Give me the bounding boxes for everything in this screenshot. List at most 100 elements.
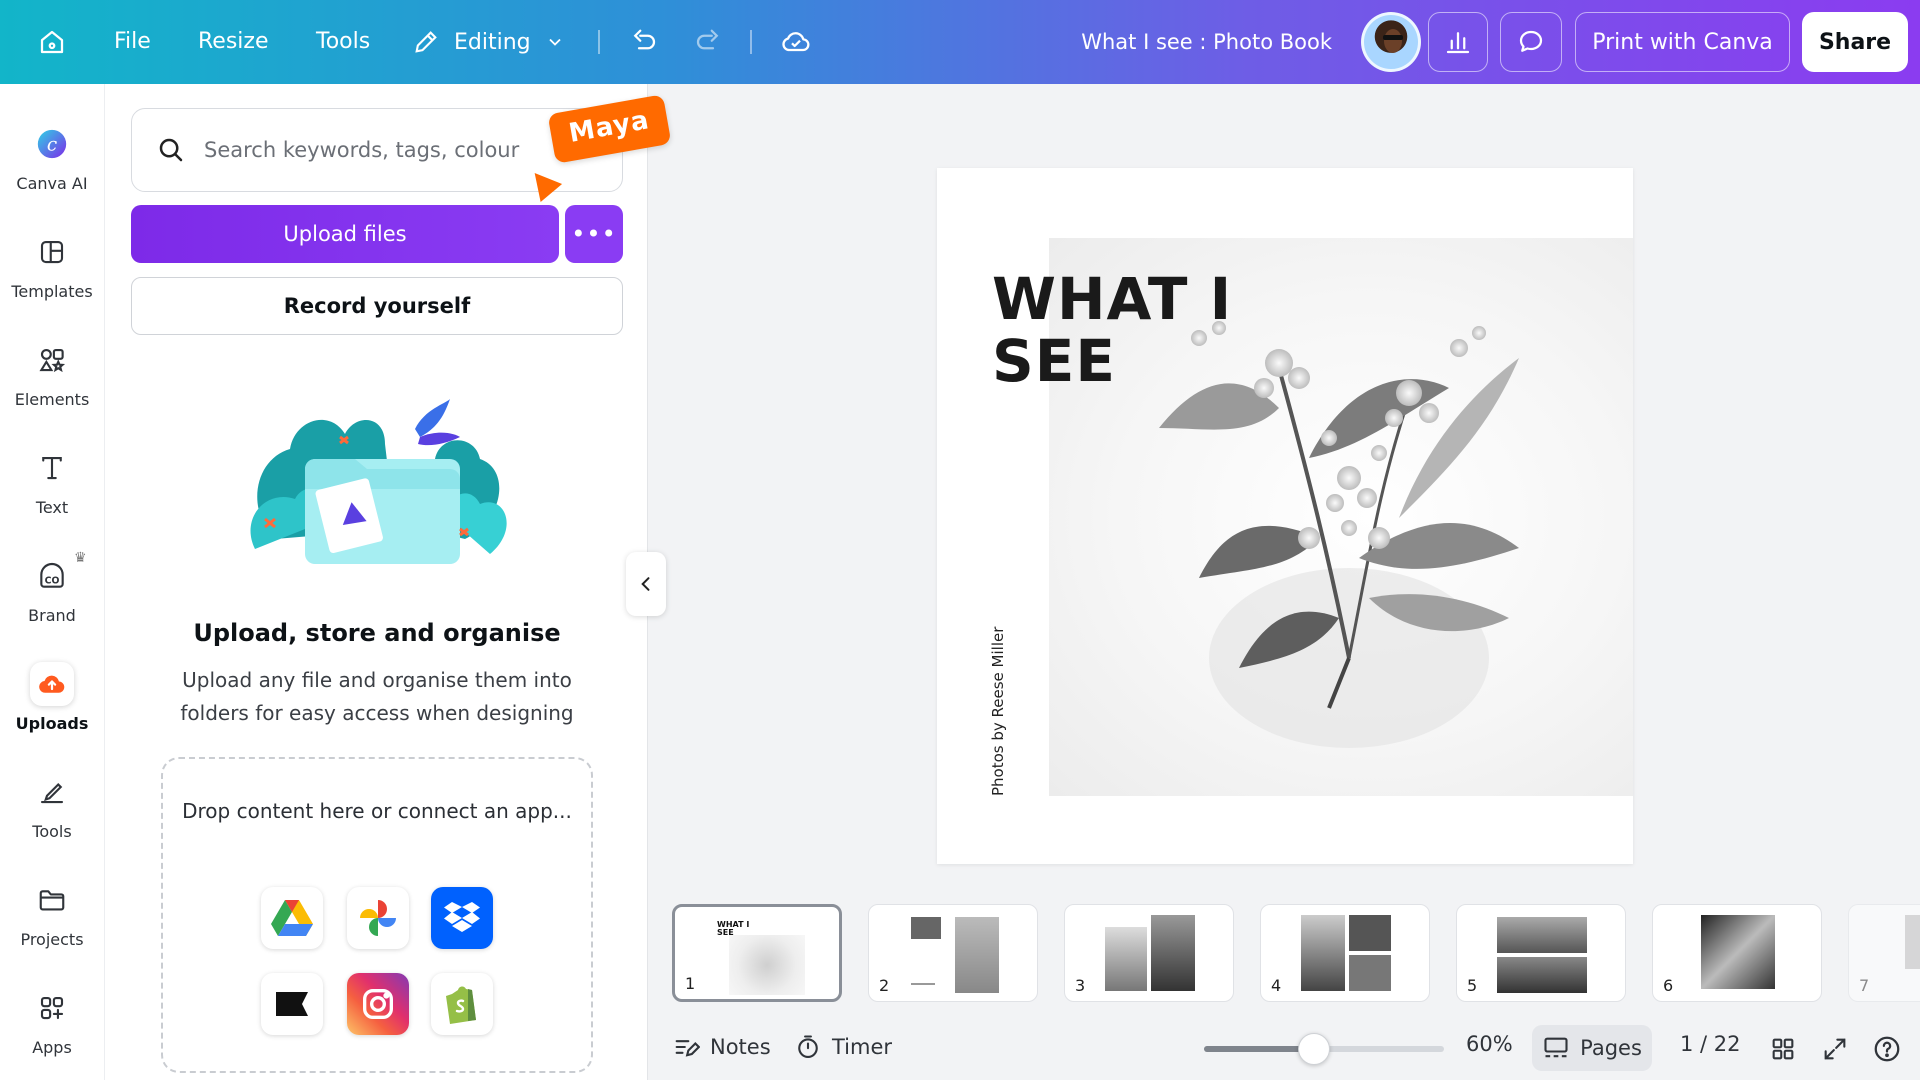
apps-icon (30, 986, 74, 1030)
rail-item-brand[interactable]: ♛ CO Brand (0, 544, 104, 640)
google-photos-icon (360, 900, 396, 936)
kick-button[interactable] (261, 973, 323, 1035)
rail-item-projects[interactable]: Projects (0, 868, 104, 964)
pages-button[interactable]: Pages (1532, 1025, 1652, 1071)
shopify-button[interactable] (431, 973, 493, 1035)
page-thumbnail[interactable]: 4 (1260, 904, 1430, 1002)
collapse-panel-button[interactable] (626, 552, 666, 616)
home-icon (40, 30, 64, 54)
rail-label: Elements (14, 390, 90, 409)
zoom-level[interactable]: 60% (1466, 1032, 1513, 1056)
thumbnail-number: 4 (1271, 976, 1282, 995)
rail-item-uploads[interactable]: Uploads (0, 652, 104, 748)
rail-label: Canva AI (16, 174, 88, 193)
chevron-left-icon (641, 577, 650, 591)
cloud-check-icon (782, 32, 810, 52)
rail-item-templates[interactable]: Templates (0, 220, 104, 316)
page-thumbnail[interactable]: 2 (868, 904, 1038, 1002)
bottom-bar: Notes Timer 60% Pages 1 / 22 (648, 1016, 1920, 1080)
page-thumbnail[interactable]: 6 (1652, 904, 1822, 1002)
chevron-down-icon (548, 38, 561, 46)
pages-label: Pages (1580, 1036, 1642, 1060)
upload-files-button[interactable]: Upload files (131, 205, 559, 263)
photo-credit-text: Photos by Reese Miller (989, 626, 1007, 796)
brand-icon: CO (30, 554, 74, 598)
search-icon (159, 138, 183, 162)
document-title[interactable]: What I see : Photo Book (1081, 22, 1332, 62)
page-title[interactable]: WHAT I SEE (992, 268, 1292, 392)
rail-item-tools[interactable]: Tools (0, 760, 104, 856)
rail-label: Templates (11, 282, 93, 301)
fullscreen-button[interactable] (1818, 1032, 1852, 1066)
comments-button[interactable] (1500, 12, 1562, 72)
editing-mode-dropdown[interactable]: Editing (412, 20, 565, 64)
divider (598, 30, 600, 54)
rail-item-elements[interactable]: Elements (0, 328, 104, 424)
expand-icon (1824, 1038, 1846, 1060)
photo-credit[interactable]: Photos by Reese Miller (989, 627, 1007, 816)
grid-view-button[interactable] (1766, 1032, 1800, 1066)
print-with-canva-button[interactable]: Print with Canva (1575, 12, 1790, 72)
bar-chart-icon (1446, 32, 1470, 54)
notes-button[interactable]: Notes (672, 1030, 771, 1064)
divider (750, 30, 752, 54)
uploads-icon (30, 662, 74, 706)
notes-label: Notes (710, 1035, 771, 1059)
zoom-slider-handle[interactable] (1298, 1033, 1331, 1065)
page-thumbnail[interactable]: 3 (1064, 904, 1234, 1002)
redo-icon (696, 29, 719, 50)
rail-item-canva-ai[interactable]: c Canva AI (0, 112, 104, 208)
uploads-panel: Maya Upload files ••• Record yourself Up… (104, 84, 672, 1080)
page-thumbnail[interactable]: 5 (1456, 904, 1626, 1002)
insights-button[interactable] (1428, 12, 1488, 72)
google-drive-icon (271, 900, 313, 936)
google-photos-button[interactable] (347, 887, 409, 949)
rail-item-apps[interactable]: Apps (0, 976, 104, 1072)
home-button[interactable] (32, 22, 72, 62)
page-count: 1 / 22 (1680, 1032, 1741, 1056)
rail-label: Uploads (15, 714, 89, 733)
notes-icon (675, 1040, 700, 1057)
dropbox-button[interactable] (431, 887, 493, 949)
rail-label: Apps (32, 1038, 72, 1057)
page-thumbnails: WHAT I SEE 1 2 3 4 5 6 7 (672, 904, 1920, 1004)
redo-button[interactable] (688, 22, 728, 62)
google-drive-button[interactable] (261, 887, 323, 949)
help-button[interactable] (1870, 1032, 1904, 1066)
collaborator-label: Maya (547, 94, 672, 164)
drop-zone[interactable]: Drop content here or connect an app... (161, 757, 593, 1073)
more-options-button[interactable]: ••• (565, 205, 623, 263)
zoom-slider[interactable] (1204, 1033, 1444, 1065)
page-thumbnail[interactable]: 7 (1848, 904, 1920, 1002)
thumbnail-number: 6 (1663, 976, 1674, 995)
resize-menu[interactable]: Resize (194, 22, 273, 62)
avatar[interactable] (1361, 12, 1421, 72)
help-icon (1874, 1036, 1900, 1062)
file-menu[interactable]: File (110, 22, 155, 62)
shopify-icon (446, 986, 476, 1024)
dropbox-icon (444, 902, 480, 932)
rail-label: Text (35, 498, 69, 517)
timer-label: Timer (832, 1035, 893, 1059)
tools-menu[interactable]: Tools (312, 22, 374, 62)
empty-state-description: Upload any file and organise them into f… (180, 668, 574, 725)
thumbnail-number: 1 (685, 974, 696, 993)
tools-icon (30, 770, 74, 814)
page-thumbnail[interactable]: WHAT I SEE 1 (672, 904, 842, 1002)
empty-state-title: Upload, store and organise (193, 619, 561, 647)
canva-ai-icon: c (30, 122, 74, 166)
save-status-button[interactable] (776, 22, 816, 62)
search-input[interactable] (204, 138, 564, 162)
instagram-icon (363, 989, 393, 1019)
ellipsis-icon: ••• (571, 220, 617, 248)
record-yourself-button[interactable]: Record yourself (131, 277, 623, 335)
crown-icon: ♛ (74, 550, 87, 566)
design-page[interactable]: WHAT I SEE Photos by Reese Miller (937, 168, 1633, 864)
share-button[interactable]: Share (1802, 12, 1908, 72)
text-icon (30, 446, 74, 490)
instagram-button[interactable] (347, 973, 409, 1035)
pencil-icon (415, 31, 437, 53)
timer-button[interactable]: Timer (794, 1030, 892, 1064)
rail-item-text[interactable]: Text (0, 436, 104, 532)
undo-button[interactable] (624, 22, 664, 62)
